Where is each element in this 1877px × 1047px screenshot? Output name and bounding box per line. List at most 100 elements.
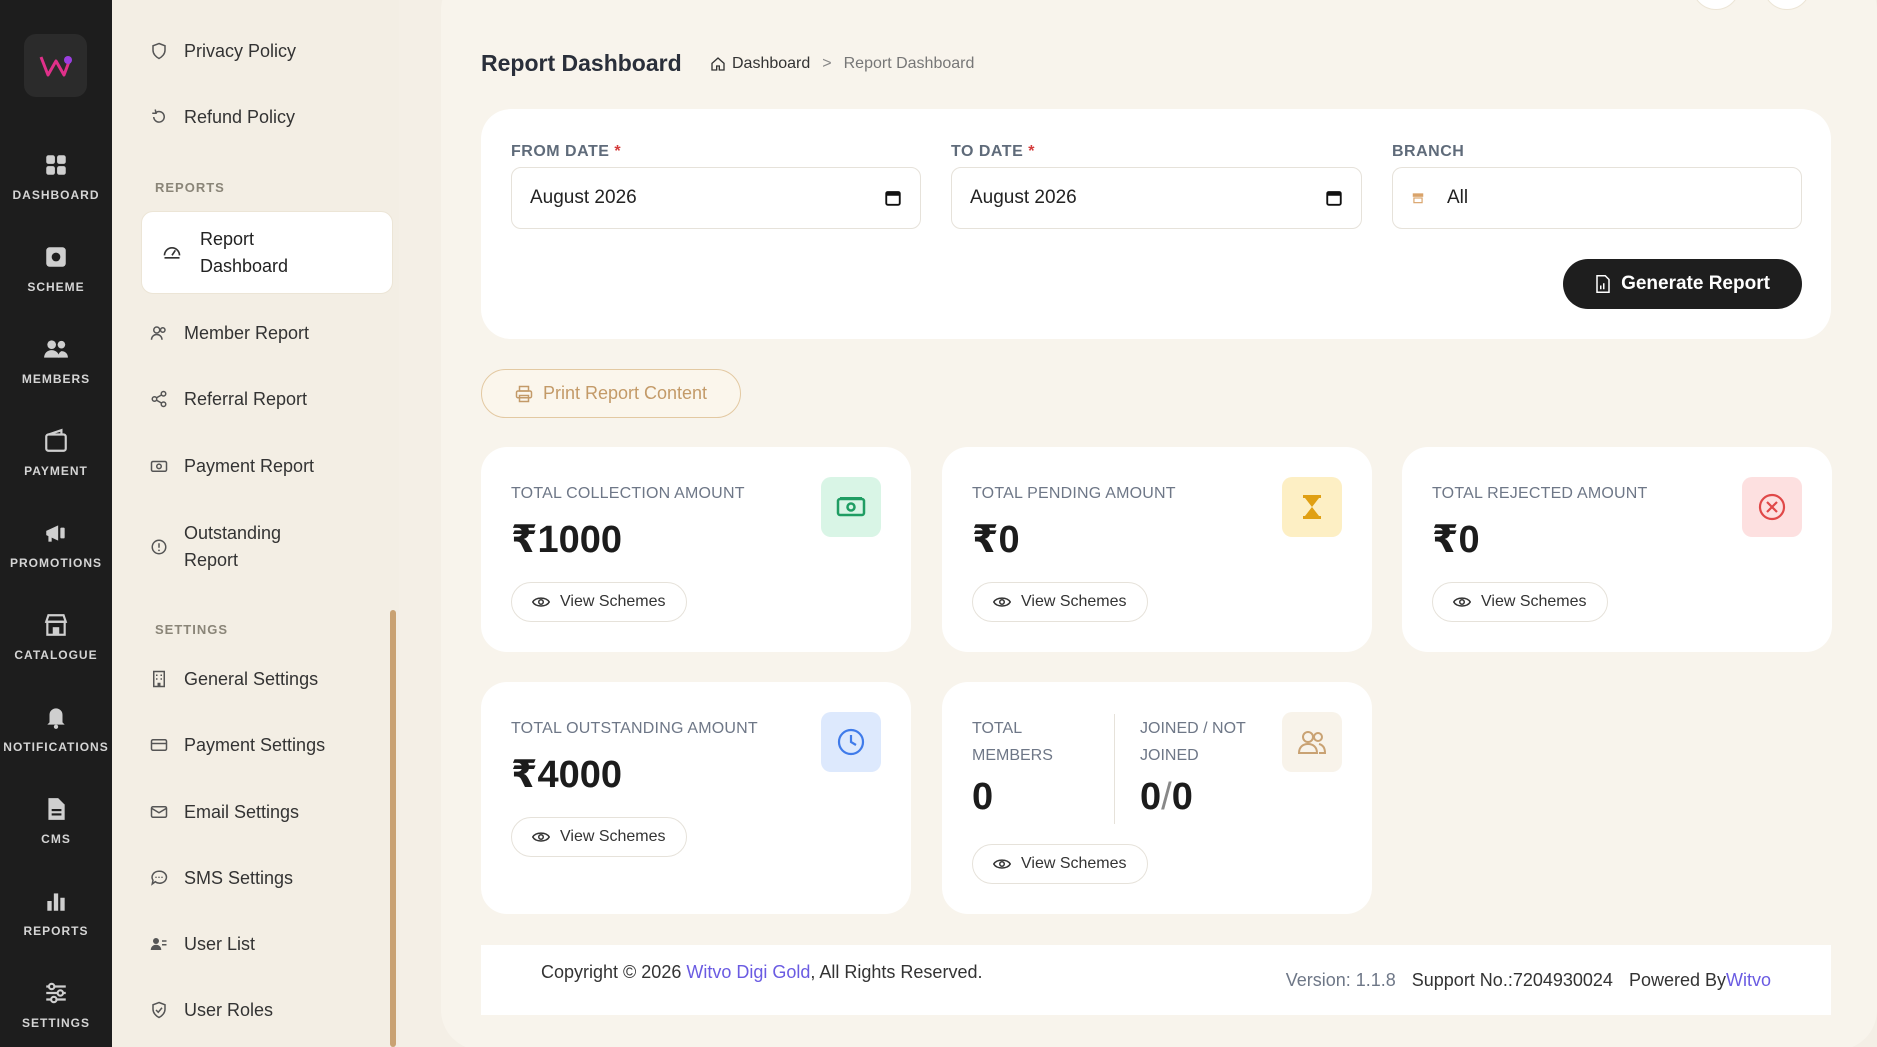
stat-value: ₹1000 [511,519,622,561]
wallet-icon [45,428,67,452]
joined-count: 0 [1140,776,1162,818]
company-link[interactable]: Witvo Digi Gold [686,962,810,982]
chat-icon [148,867,170,889]
rail-item-catalogue[interactable]: CATALOGUE [0,612,112,664]
sidebar-item-label: Privacy Policy [184,40,297,61]
print-report-button[interactable]: Print Report Content [481,369,741,418]
sidebar-item-refund-policy[interactable]: Refund Policy [148,106,295,128]
joined-label-line: JOINED [1140,747,1199,764]
rail-item-cms[interactable]: CMS [0,796,112,848]
sidebar-item-user-list[interactable]: User List [148,933,255,955]
stat-label: TOTAL OUTSTANDING AMOUNT [511,720,758,737]
total-members-label-line: TOTAL [972,720,1023,737]
view-schemes-button[interactable]: View Schemes [511,817,687,857]
rail-label: CMS [41,832,71,846]
file-chart-icon [1595,275,1611,293]
sidebar-item-privacy-policy[interactable]: Privacy Policy [148,40,296,62]
rail-item-promotions[interactable]: PROMOTIONS [0,520,112,572]
sidebar-item-label: Payment Settings [184,734,326,755]
version-text: Version: 1.1.8 [1285,970,1396,990]
cash-icon [148,455,170,477]
sidebar-item-label: SMS Settings [184,867,294,888]
rail-item-notifications[interactable]: NOTIFICATIONS [0,704,112,756]
rail-item-scheme[interactable]: SCHEME [0,244,112,296]
rail-item-dashboard[interactable]: DASHBOARD [0,152,112,204]
to-date-label: TO DATE * [951,143,1035,161]
view-schemes-label: View Schemes [1021,593,1127,610]
sidebar-item-user-roles[interactable]: User Roles [148,999,273,1021]
view-schemes-button[interactable]: View Schemes [972,582,1148,622]
rail-label: CATALOGUE [14,648,98,662]
from-date-input[interactable]: August 2026 [511,167,921,229]
rail-item-settings[interactable]: SETTINGS [0,980,112,1032]
to-date-input[interactable]: August 2026 [951,167,1362,229]
sliders-icon [46,982,66,1004]
calendar-icon[interactable] [1325,189,1343,207]
stat-value: ₹0 [1432,519,1480,561]
sidebar-heading-settings: SETTINGS [155,622,229,637]
required-mark: * [614,143,622,160]
sidebar-item-label: User Roles [184,999,274,1020]
sidebar-scrollbar[interactable] [390,610,396,1047]
bar-chart-icon [47,893,65,911]
from-date-value: August 2026 [530,187,637,208]
stat-card-collection: TOTAL COLLECTION AMOUNT ₹1000 View Schem… [481,447,911,652]
eye-icon [532,595,550,609]
members-divider [1114,714,1115,824]
eye-icon [1453,595,1471,609]
sidebar-item-payment-settings[interactable]: Payment Settings [148,734,325,756]
stat-card-members: TOTAL MEMBERS 0 JOINED / NOT JOINED 0/0 … [942,682,1372,914]
sidebar-item-label: Member Report [184,322,310,343]
sidebar-item-label: User List [184,933,256,954]
print-report-label: Print Report Content [542,383,708,403]
document-icon [48,798,65,820]
total-members-label-line: MEMBERS [972,747,1053,764]
sidebar-item-member-report[interactable]: Member Report [148,322,309,344]
sidebar-item-referral-report[interactable]: Referral Report [148,388,307,410]
clock-icon [821,712,881,772]
calendar-icon[interactable] [884,189,902,207]
breadcrumb-current: Report Dashboard [843,55,975,72]
breadcrumb-home-link[interactable]: Dashboard [732,55,810,73]
generate-report-button[interactable]: Generate Report [1563,259,1802,309]
rail-label: NOTIFICATIONS [3,740,109,754]
icon-rail: DASHBOARD SCHEME MEMBERS PAYMENT PROMOTI… [0,0,112,1047]
sidebar-item-report-dashboard[interactable]: Report Dashboard [141,211,393,294]
sidebar-item-email-settings[interactable]: Email Settings [148,801,299,823]
sidebar-item-general-settings[interactable]: General Settings [148,668,318,690]
eye-icon [993,857,1011,871]
breadcrumb: Dashboard > Report Dashboard [710,55,974,73]
view-schemes-button[interactable]: View Schemes [972,844,1148,884]
rail-item-members[interactable]: MEMBERS [0,336,112,388]
branch-value: All [1447,187,1469,208]
sidebar-item-payment-report[interactable]: Payment Report [148,455,314,477]
view-schemes-button[interactable]: View Schemes [1432,582,1608,622]
sidebar-heading-reports: REPORTS [155,180,225,195]
rail-item-payment[interactable]: PAYMENT [0,428,112,480]
powered-by-link[interactable]: Witvo [1726,970,1771,991]
not-joined-count: 0 [1171,776,1193,818]
user-list-icon [148,933,170,955]
rail-item-reports[interactable]: REPORTS [0,888,112,940]
sidebar-item-sms-settings[interactable]: SMS Settings [148,867,293,889]
witvo-logo-icon [39,55,72,76]
app-logo[interactable] [24,34,87,97]
from-date-label: FROM DATE * [511,143,621,161]
refresh-icon [148,106,170,128]
view-schemes-label: View Schemes [1481,593,1587,610]
sidebar-item-label: Email Settings [184,801,300,822]
stat-label: TOTAL COLLECTION AMOUNT [511,485,745,502]
total-members-value: 0 [972,776,994,818]
eye-icon [532,830,550,844]
sidebar-item-label: Report Dashboard [200,228,289,276]
share-icon [148,388,170,410]
home-icon [711,57,725,71]
sidebar-item-outstanding-report[interactable]: Outstanding Report [148,520,304,574]
bell-icon [47,708,65,729]
branch-select[interactable]: All [1392,167,1802,229]
sidebar-item-label: Payment Report [184,455,315,476]
shield-check-icon [148,999,170,1021]
view-schemes-button[interactable]: View Schemes [511,582,687,622]
footer-meta: Version: 1.1.8 Support No.:7204930024 Po… [1286,970,1771,991]
stat-label: TOTAL REJECTED AMOUNT [1432,485,1648,502]
